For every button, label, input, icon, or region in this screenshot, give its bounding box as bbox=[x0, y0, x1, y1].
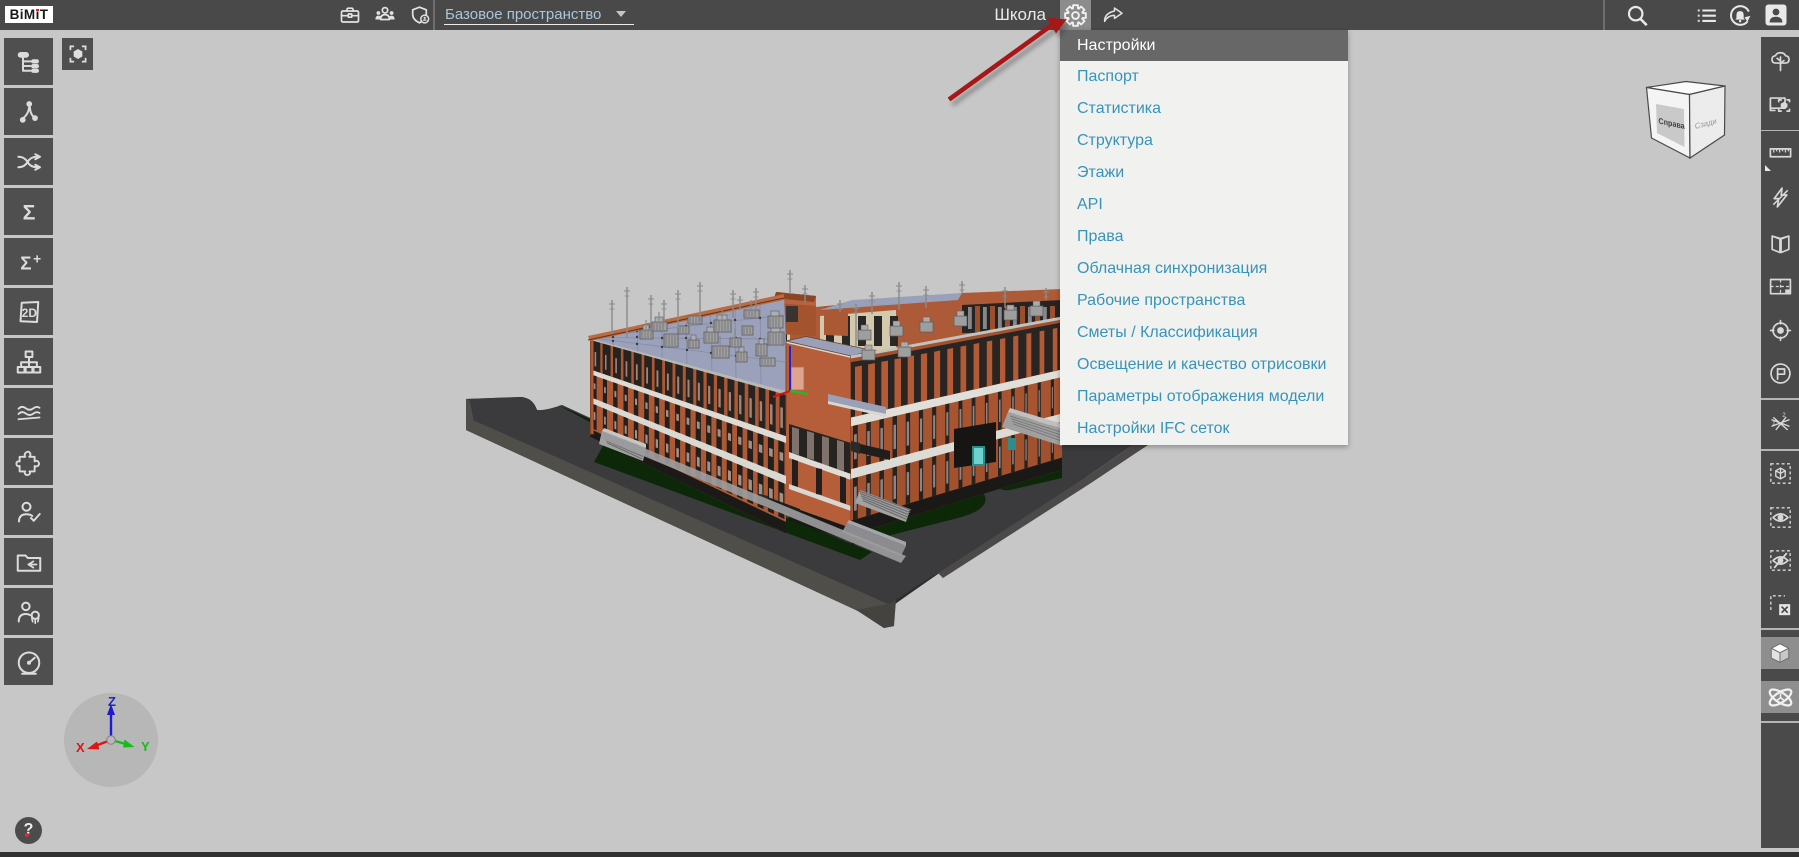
svg-text:Σ: Σ bbox=[20, 252, 31, 273]
svg-text:X: X bbox=[76, 740, 85, 755]
svg-text:Z: Z bbox=[108, 694, 116, 709]
svg-text:Y: Y bbox=[141, 739, 150, 754]
svg-text:2D: 2D bbox=[21, 306, 37, 320]
svg-text:2: 2 bbox=[1782, 411, 1786, 418]
svg-text:Σ: Σ bbox=[22, 200, 35, 224]
svg-text:+: + bbox=[33, 251, 41, 266]
svg-text:1: 1 bbox=[1772, 419, 1776, 426]
